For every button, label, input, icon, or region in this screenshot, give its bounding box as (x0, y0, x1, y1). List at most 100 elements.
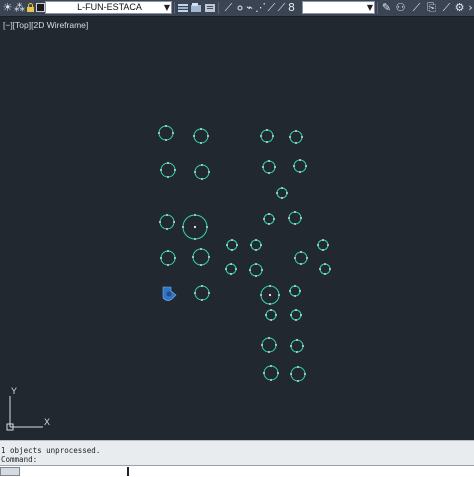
pile-circle[interactable] (293, 159, 307, 173)
layer-dropdown[interactable]: L-FUN-ESTACA ▼ (45, 1, 172, 14)
command-input[interactable] (0, 465, 474, 477)
pile-circle[interactable] (263, 365, 279, 381)
circle-quadrant-mark (200, 248, 202, 250)
circle-quadrant-mark (269, 303, 271, 305)
pile-circle[interactable] (290, 339, 304, 353)
circle-quadrant-mark (260, 294, 262, 296)
visibility-icon[interactable]: ⚇ (394, 1, 407, 14)
circle-quadrant-mark (268, 213, 270, 215)
pile-circle[interactable] (158, 125, 174, 141)
pile-circle[interactable] (194, 164, 210, 180)
pile-circle[interactable] (288, 211, 302, 225)
circle-quadrant-mark (322, 239, 324, 241)
pile-circle[interactable] (193, 128, 209, 144)
circle-quadrant-mark (297, 380, 299, 382)
pile-circle[interactable] (250, 239, 262, 251)
pile-circle[interactable] (160, 162, 176, 178)
circle-quadrant-mark (250, 244, 252, 246)
pile-circle[interactable] (192, 248, 210, 266)
circle-quadrant-mark (300, 251, 302, 253)
circle-quadrant-mark (236, 244, 238, 246)
pile-circle[interactable] (262, 160, 276, 174)
circle-quadrant-mark (261, 344, 263, 346)
circle-quadrant-mark (295, 319, 297, 321)
circle-quadrant-mark (290, 373, 292, 375)
circle-quadrant-mark (231, 239, 233, 241)
circle-quadrant-mark (201, 178, 203, 180)
circle-quadrant-mark (266, 129, 268, 131)
circle-quadrant-mark (167, 264, 169, 266)
pile-circle[interactable] (160, 250, 176, 266)
circle-quadrant-mark (200, 128, 202, 130)
circle-quadrant-mark (268, 351, 270, 353)
pile-circle[interactable] (249, 263, 263, 277)
circle-quadrant-mark (299, 171, 301, 173)
circle-quadrant-mark (288, 217, 290, 219)
command-history-line: Command: (1, 455, 38, 464)
pile-circle[interactable] (289, 130, 303, 144)
pile-circle[interactable] (319, 263, 331, 275)
circle-quadrant-mark (160, 257, 162, 259)
circle-quadrant-mark (299, 159, 301, 161)
circle-quadrant-mark (200, 264, 202, 266)
command-close-button[interactable] (0, 467, 20, 476)
circle-quadrant-mark (266, 141, 268, 143)
circle-quadrant-mark (172, 132, 174, 134)
circle-quadrant-mark (268, 337, 270, 339)
circle-quadrant-mark (272, 135, 274, 137)
pile-circle[interactable] (260, 129, 274, 143)
layer-state-icon[interactable] (189, 1, 202, 14)
command-cursor (127, 467, 129, 476)
circle-quadrant-mark (260, 244, 262, 246)
circle-quadrant-mark (300, 263, 302, 265)
circle-quadrant-mark (255, 249, 257, 251)
circle-quadrant-mark (194, 238, 196, 240)
pile-circle[interactable] (194, 285, 210, 301)
circle-quadrant-mark (194, 292, 196, 294)
circle-quadrant-mark (294, 223, 296, 225)
circle-quadrant-mark (201, 164, 203, 166)
circle-quadrant-mark (230, 273, 232, 275)
circle-quadrant-mark (193, 135, 195, 137)
pile-circle[interactable] (225, 263, 237, 275)
circle-quadrant-mark (173, 221, 175, 223)
layer-previous-icon[interactable] (203, 1, 216, 14)
circle-quadrant-mark (294, 285, 296, 287)
circle-quadrant-mark (263, 372, 265, 374)
pile-circle[interactable] (294, 251, 308, 265)
center-point (268, 293, 272, 297)
pile-circle[interactable] (263, 213, 275, 225)
circle-quadrant-mark (265, 314, 267, 316)
layer-8-icon[interactable]: 8 (285, 1, 298, 14)
drawing-canvas[interactable]: Y X (0, 16, 474, 440)
pile-circle[interactable] (290, 366, 306, 382)
scale-list-icon[interactable]: ⟋ (440, 1, 453, 14)
circle-quadrant-mark (206, 226, 208, 228)
pile-circle[interactable] (159, 214, 175, 230)
annotation-scale-icon[interactable]: ✎ (380, 1, 393, 14)
circle-quadrant-mark (301, 136, 303, 138)
sync-icon[interactable]: ⟋ (410, 1, 423, 14)
layer-properties-icon[interactable] (176, 1, 189, 14)
circle-quadrant-mark (270, 365, 272, 367)
circle-quadrant-mark (275, 314, 277, 316)
pile-circle[interactable] (265, 309, 277, 321)
chevron-down-icon: ▼ (163, 3, 170, 12)
add-scale-icon[interactable]: ⎘ (425, 1, 438, 14)
circle-quadrant-mark (167, 176, 169, 178)
circle-quadrant-mark (201, 299, 203, 301)
pile-circle[interactable] (226, 239, 238, 251)
pile-circle[interactable] (289, 285, 301, 297)
annotation-combo[interactable]: ▼ (302, 1, 375, 14)
circle-quadrant-mark (300, 217, 302, 219)
color-swatch-icon[interactable] (36, 1, 45, 14)
circle-quadrant-mark (235, 268, 237, 270)
pile-circle[interactable] (317, 239, 329, 251)
selection-grip-icon[interactable] (162, 286, 177, 301)
pile-circle[interactable] (276, 187, 288, 199)
circle-quadrant-mark (208, 171, 210, 173)
pile-circle[interactable] (261, 337, 277, 353)
circle-quadrant-mark (299, 290, 301, 292)
pile-circle[interactable] (290, 309, 302, 321)
chevron-right-icon[interactable]: › (464, 1, 474, 14)
